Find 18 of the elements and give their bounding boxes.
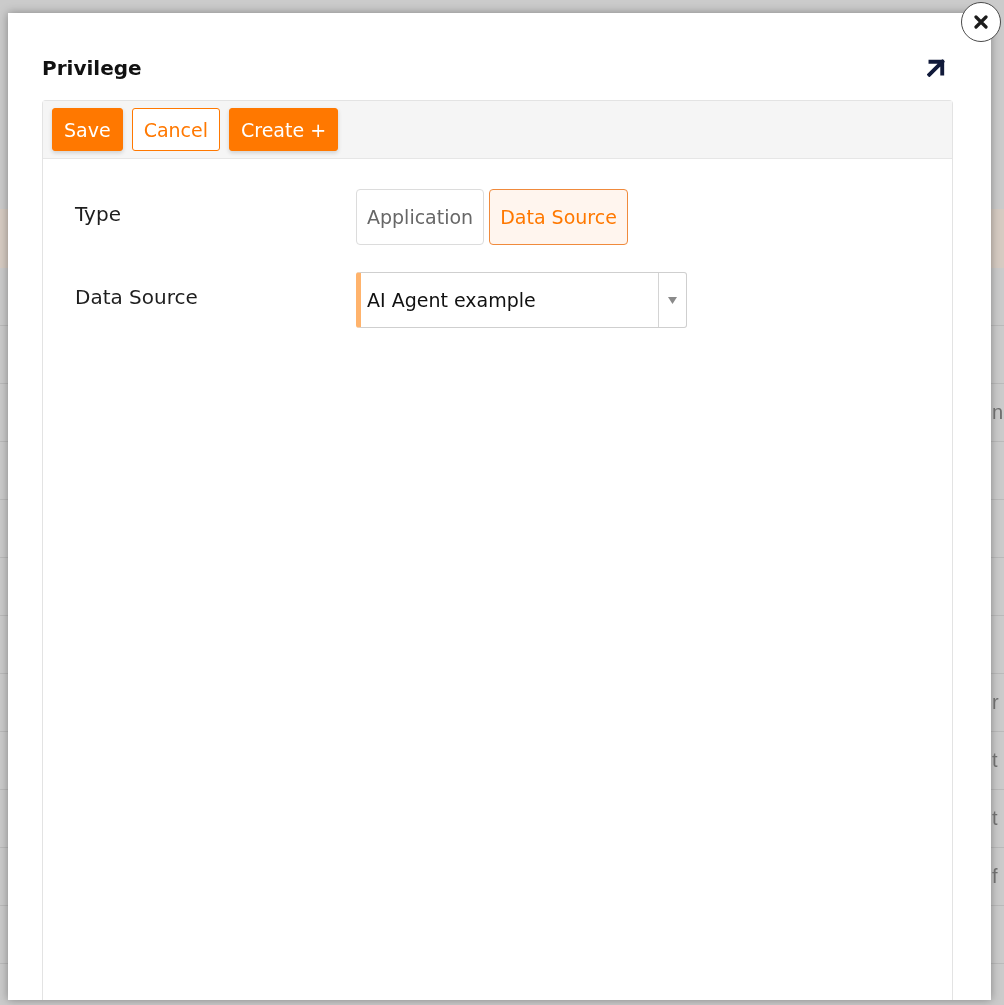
table-cell: t: [992, 807, 998, 830]
close-icon: [974, 15, 988, 29]
table-cell: r: [992, 691, 999, 714]
toolbar-button[interactable]: Cancel: [131, 108, 220, 151]
toggle-option[interactable]: Data Source: [489, 189, 628, 245]
table-cell: t: [992, 749, 998, 772]
dialog-title: Privilege: [42, 56, 142, 80]
table-cell: n: [992, 401, 1004, 424]
table-cell: f: [992, 865, 998, 888]
toolbar-button[interactable]: Save: [52, 108, 123, 151]
close-button[interactable]: [961, 2, 1001, 42]
field-label: Type: [75, 202, 121, 226]
toggle-option[interactable]: Application: [356, 189, 485, 245]
caret-icon: [668, 296, 677, 304]
diagonal-arrow-icon[interactable]: [927, 59, 945, 77]
toolbar-button[interactable]: Create +: [229, 108, 339, 151]
select-field[interactable]: AI Agent example: [356, 272, 687, 328]
field-label: Data Source: [75, 285, 198, 309]
